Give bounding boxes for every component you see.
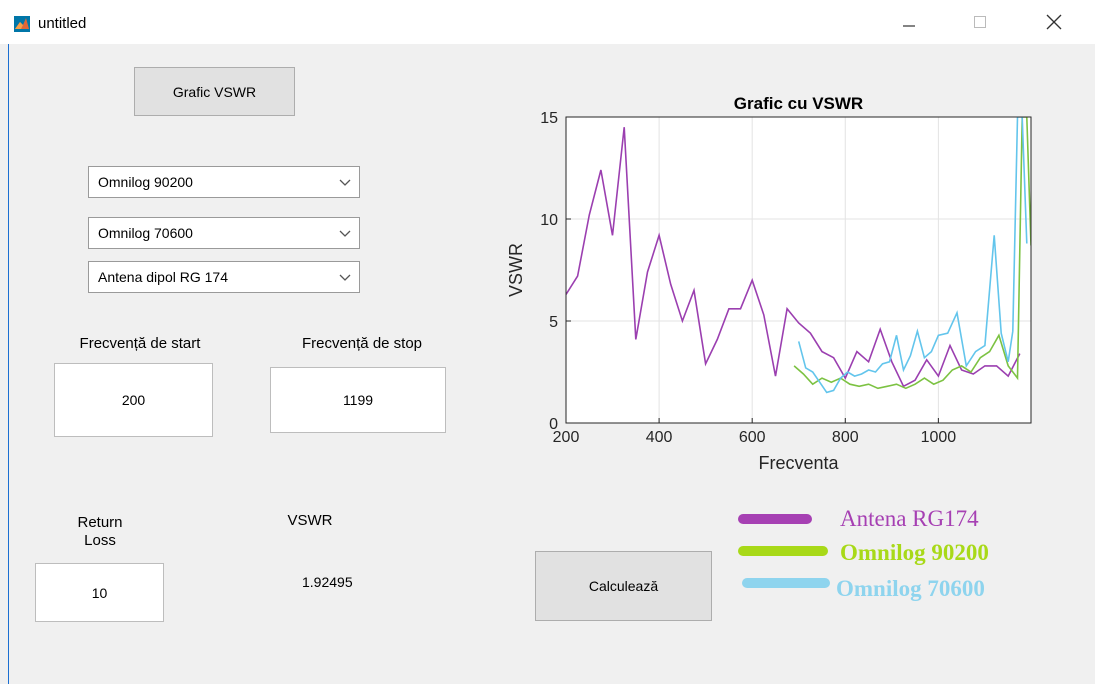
calculate-label: Calculează bbox=[588, 578, 659, 594]
vswr-label: VSWR bbox=[287, 512, 333, 529]
stop-frequency-input[interactable]: 1199 bbox=[270, 367, 446, 433]
legend-swatch-omnilog-70600 bbox=[742, 578, 830, 588]
maximize-icon bbox=[974, 16, 986, 28]
dropdown-2[interactable]: Omnilog 70600 bbox=[88, 217, 360, 249]
legend-label-omnilog-70600: Omnilog 70600 bbox=[836, 576, 985, 601]
chevron-down-icon bbox=[339, 230, 351, 237]
y-tick-label: 15 bbox=[540, 110, 558, 127]
legend-label-antena: Antena RG174 bbox=[840, 506, 979, 531]
minimize-button[interactable] bbox=[887, 6, 931, 38]
legend-label-omnilog-90200: Omnilog 90200 bbox=[840, 540, 989, 565]
matlab-icon bbox=[14, 16, 30, 32]
grafic-vswr-label: Grafic VSWR bbox=[172, 83, 257, 100]
dropdown-2-value: Omnilog 70600 bbox=[98, 225, 193, 241]
close-icon bbox=[1046, 14, 1062, 30]
legend-swatch-antena bbox=[738, 514, 812, 524]
x-axis-label: Frecventa bbox=[758, 453, 839, 473]
return-loss-input[interactable]: 10 bbox=[35, 563, 164, 622]
x-tick-label: 1000 bbox=[921, 429, 957, 446]
dropdown-1-value: Omnilog 90200 bbox=[98, 174, 193, 190]
chevron-down-icon bbox=[339, 179, 351, 186]
chart-title: Grafic cu VSWR bbox=[734, 94, 863, 113]
chevron-down-icon bbox=[339, 274, 351, 281]
dropdown-3[interactable]: Antena dipol RG 174 bbox=[88, 261, 360, 293]
grafic-vswr-button[interactable]: Grafic VSWR bbox=[134, 67, 295, 116]
calculate-button[interactable]: Calculează bbox=[535, 551, 712, 621]
stop-frequency-label: Frecvență de stop bbox=[301, 335, 423, 352]
title-bar: untitled bbox=[0, 0, 1095, 44]
maximize-button[interactable] bbox=[958, 6, 1002, 38]
dropdown-1[interactable]: Omnilog 90200 bbox=[88, 166, 360, 198]
dropdown-3-value: Antena dipol RG 174 bbox=[98, 269, 228, 285]
start-frequency-input[interactable]: 200 bbox=[54, 363, 213, 437]
vswr-result: 1.92495 bbox=[302, 574, 353, 590]
y-axis-label: VSWR bbox=[506, 243, 526, 297]
start-frequency-label: Frecvență de start bbox=[79, 335, 201, 352]
plot-area bbox=[566, 117, 1031, 423]
return-loss-value: 10 bbox=[91, 584, 108, 601]
y-tick-label: 10 bbox=[540, 212, 558, 229]
start-frequency-value: 200 bbox=[121, 392, 146, 408]
window-title: untitled bbox=[38, 15, 87, 32]
vswr-chart: 200 400 600 800 1000051015Grafic cu VSWRFrec… bbox=[506, 94, 1032, 473]
x-tick-label: 400 bbox=[646, 429, 673, 446]
window-border bbox=[8, 44, 9, 684]
stop-frequency-value: 1199 bbox=[342, 392, 374, 408]
x-tick-label: 800 bbox=[832, 429, 859, 446]
close-button[interactable] bbox=[1032, 6, 1076, 38]
x-tick-label: 600 bbox=[739, 429, 766, 446]
minimize-icon bbox=[903, 25, 915, 27]
y-tick-label: 5 bbox=[549, 314, 558, 331]
legend-swatch-omnilog-90200 bbox=[738, 546, 828, 556]
return-loss-label: Return Loss bbox=[77, 514, 123, 549]
y-tick-label: 0 bbox=[549, 416, 558, 433]
